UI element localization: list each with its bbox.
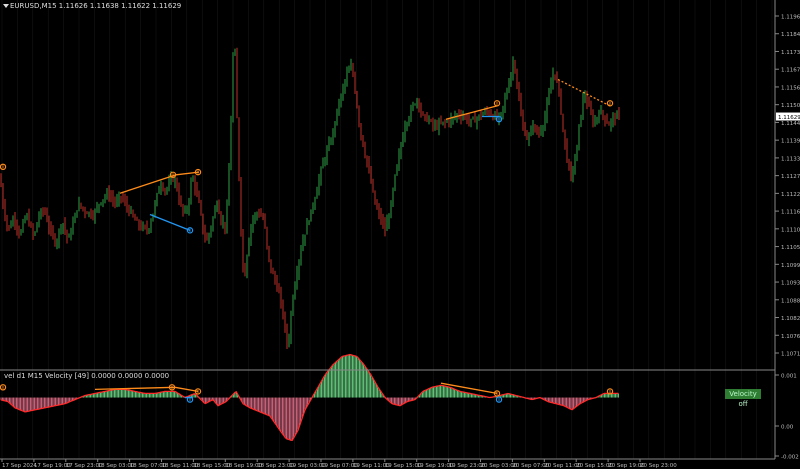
price-tick-label: 1.10880 [781,298,800,304]
indicator-title: vel d1 M15 Velocity [49] 0.0000 0.0000 0… [4,372,170,380]
price-tick-label: 1.11275 [781,174,800,180]
price-tick-label: 1.11220 [781,192,800,198]
price-tick-label: 1.11105 [781,227,800,233]
indicator-tick-label: 0.001 [781,374,797,380]
time-tick-label: 17 Sep 2024 [2,463,37,469]
price-tick-label: 1.11560 [781,85,800,91]
indicator-tick-label: -0.002 [781,455,799,461]
price-tick-label: 1.10765 [781,334,800,340]
symbol-dropdown-icon[interactable] [3,4,9,8]
chart-canvas: 1.11960 1.11845 1.11730 1.11675 1.11560 1.115… [0,0,800,469]
price-tick-label: 1.10710 [781,352,800,358]
price-tick-label: 1.11390 [781,139,800,145]
price-tick-label: 1.11505 [781,103,800,109]
price-tick-label: 1.11050 [781,245,800,251]
price-tick-label: 1.10935 [781,281,800,287]
price-tick-label: 1.10995 [781,263,800,269]
time-tick-label: 20 Sep 23:00 [640,463,677,469]
current-price-label: 1.11629 [778,115,800,121]
velocity-badge[interactable]: Velocity off [725,389,761,408]
price-tick-label: 1.10825 [781,316,800,322]
price-tick-label: 1.11730 [781,50,800,56]
price-tick-label: 1.11440 [781,121,800,127]
main-title: EURUSD,M15 1.11626 1.11638 1.11622 1.116… [10,2,182,10]
price-tick-label: 1.11165 [781,210,800,216]
price-tick-label: 1.11845 [781,32,800,38]
price-tick-label: 1.11675 [781,68,800,74]
price-tick-label: 1.11335 [781,156,800,162]
price-tick-label: 1.11960 [781,15,800,21]
indicator-tick-label: 0.00 [781,425,794,431]
